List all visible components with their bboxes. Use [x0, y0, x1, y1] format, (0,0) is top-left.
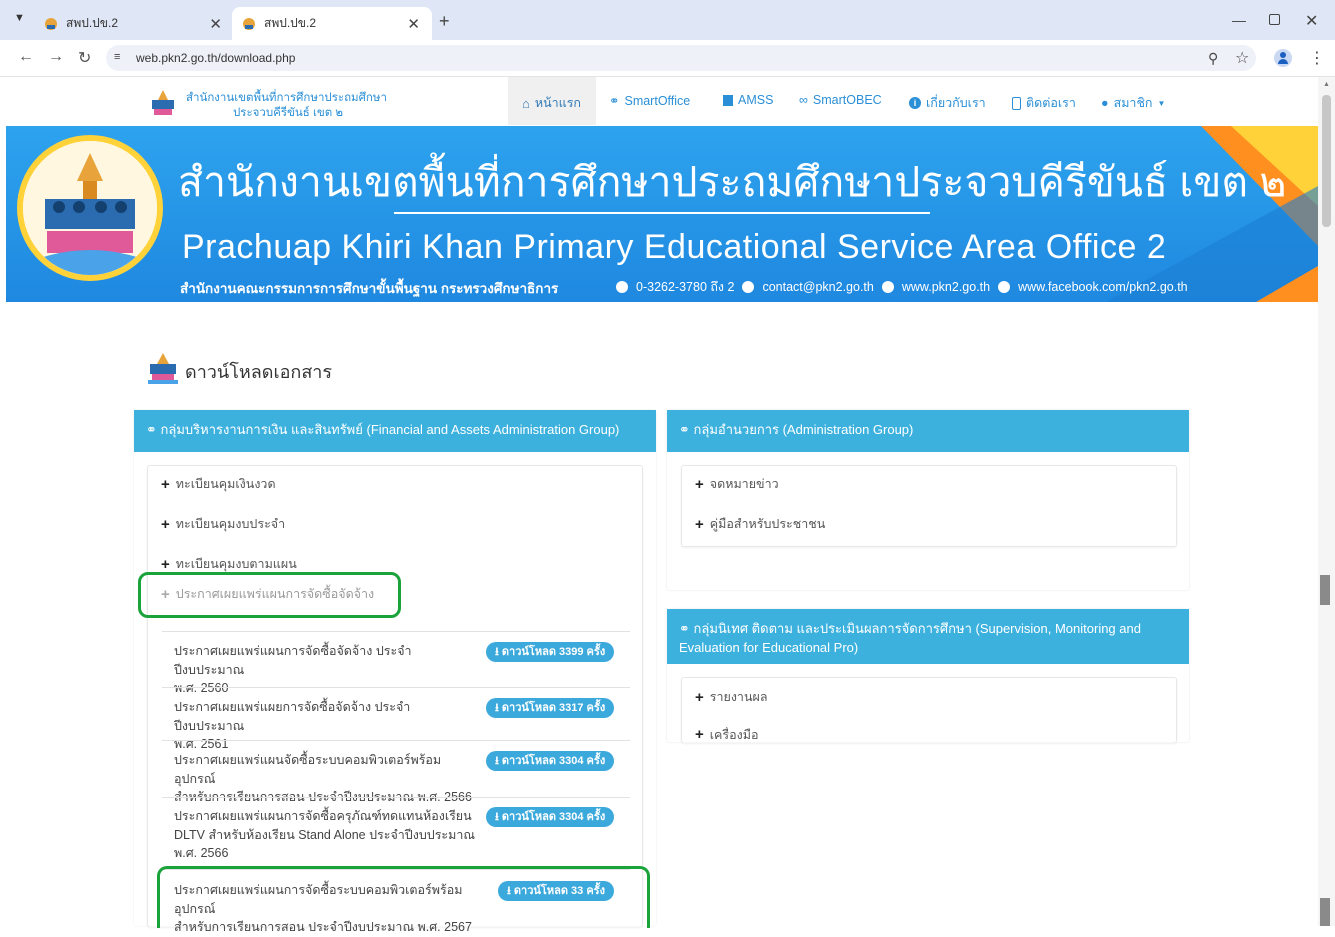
restore-icon[interactable] — [1269, 14, 1280, 25]
url-text[interactable]: web.pkn2.go.th/download.php — [136, 51, 295, 65]
nav-member[interactable]: ● สมาชิก ▼ — [1101, 93, 1165, 113]
list-item-expandable[interactable]: + ทะเบียนคุมงบประจำ — [161, 514, 285, 534]
banner-title-en: Prachuap Khiri Khan Primary Educational … — [182, 228, 1167, 266]
download-button[interactable]: ⭳ ดาวน์โหลด 3304 ครั้ง — [486, 807, 615, 827]
banner-contacts: 0-3262-3780 ถึง 2 contact@pkn2.go.th www… — [616, 277, 1188, 297]
site-logo[interactable] — [148, 88, 178, 118]
close-icon[interactable]: ✕ — [1305, 11, 1318, 31]
minimize-icon[interactable]: — — [1232, 12, 1246, 28]
site-favicon-icon — [242, 17, 256, 31]
scrollbar-thumb[interactable] — [1322, 95, 1331, 227]
globe-icon — [881, 281, 894, 293]
document-title[interactable]: ประกาศเผยแพร่แผนการจัดซื้อครุภัณฑ์ทดแทนห… — [174, 807, 479, 863]
tab-title: สพป.ปข.2 — [66, 16, 119, 30]
list-item-expandable[interactable]: + รายงานผล — [695, 687, 767, 707]
paperclip-icon: ⚭ — [679, 422, 694, 437]
banner-divider — [394, 212, 930, 214]
nav-about[interactable]: i เกี่ยวกับเรา — [909, 93, 986, 113]
tab-list-button[interactable]: ▼ — [14, 12, 25, 24]
user-icon: ● — [1101, 96, 1109, 110]
nav-smartobec[interactable]: ∞ SmartOBEC — [799, 93, 882, 107]
supervision-panel-title: กลุ่มนิเทศ ติดตาม และประเมินผลการจัดการศ… — [693, 621, 1141, 636]
plus-icon: + — [695, 727, 704, 742]
download-icon: ⭳ — [495, 646, 502, 658]
site-info-icon[interactable]: ≡ — [114, 51, 120, 63]
list-item-expandable[interactable]: + คู่มือสำหรับประชาชน — [695, 514, 825, 534]
document-row: ประกาศเผยแพร่แผนการจัดซื้อครุภัณฑ์ทดแทนห… — [162, 797, 630, 870]
list-item-expandable[interactable]: + ทะเบียนคุมเงินงวด — [161, 474, 276, 494]
nav-home[interactable]: ⌂ หน้าแรก — [522, 93, 581, 113]
link-icon: ∞ — [799, 93, 808, 107]
browser-menu-icon[interactable]: ⋮ — [1309, 48, 1325, 68]
facebook-icon — [998, 281, 1011, 293]
nav-smartoffice[interactable]: ⚭ SmartOffice — [609, 93, 690, 109]
banner-email[interactable]: contact@pkn2.go.th — [762, 280, 873, 294]
logo-text-line2[interactable]: ประจวบคีรีขันธ์ เขต ๒ — [233, 104, 343, 122]
download-icon: ⭳ — [495, 702, 502, 714]
download-icon: ⭳ — [495, 811, 502, 823]
browser-tab-1[interactable]: สพป.ปข.2 ✕ — [34, 7, 234, 40]
browser-tab-2[interactable]: สพป.ปข.2 ✕ — [232, 7, 432, 40]
document-row: ประกาศเผยแพร่แผยการจัดซื้อจัดจ้าง ประจำป… — [162, 687, 630, 751]
site-favicon-icon — [44, 17, 58, 31]
supervision-panel-header: ⚭ กลุ่มนิเทศ ติดตาม และประเมินผลการจัดกา… — [667, 609, 1189, 664]
heading-logo-icon — [146, 351, 180, 385]
email-icon — [742, 281, 755, 293]
page-scrollbar[interactable]: ▲ — [1318, 77, 1335, 926]
nav-amss[interactable]: AMSS — [723, 93, 773, 107]
supervision-panel-title-line2: Evaluation for Educational Pro) — [679, 640, 859, 655]
banner-emblem — [17, 135, 163, 281]
download-button[interactable]: ⭳ ดาวน์โหลด 3304 ครั้ง — [486, 751, 615, 771]
download-icon: ⭳ — [495, 755, 502, 767]
nav-contact[interactable]: ติดต่อเรา — [1012, 93, 1076, 113]
admin-panel-title: กลุ่มอำนวยการ (Administration Group) — [693, 422, 914, 437]
close-tab-icon[interactable]: ✕ — [209, 15, 222, 33]
tab-title: สพป.ปข.2 — [264, 16, 317, 30]
scrollbar-marker — [1320, 898, 1330, 926]
plus-icon: + — [161, 515, 170, 533]
scrollbar-up-arrow[interactable]: ▲ — [1323, 81, 1330, 88]
close-tab-icon[interactable]: ✕ — [407, 15, 420, 33]
plus-icon: + — [695, 515, 704, 533]
download-button[interactable]: ⭳ ดาวน์โหลด 3317 ครั้ง — [486, 698, 615, 718]
phone-icon — [1012, 96, 1021, 110]
paperclip-icon: ⚭ — [609, 94, 620, 108]
plus-icon: + — [695, 688, 704, 706]
home-icon: ⌂ — [522, 95, 530, 111]
finance-panel-header: ⚭ กลุ่มบริหารงานการเงิน และสินทรัพย์ (Fi… — [134, 410, 656, 452]
highlight-box — [138, 572, 401, 618]
document-row: ประกาศเผยแพร่แผนการจัดซื้อจัดจ้าง ประจำป… — [162, 631, 630, 695]
new-tab-button[interactable]: + — [439, 11, 450, 32]
plus-icon: + — [161, 475, 170, 493]
back-icon[interactable]: ← — [18, 48, 34, 66]
zoom-icon[interactable]: ⚲ — [1208, 50, 1218, 67]
caret-down-icon: ▼ — [1157, 98, 1166, 108]
list-item-expandable[interactable]: + เครื่องมือ — [695, 727, 758, 742]
finance-panel-title: กลุ่มบริหารงานการเงิน และสินทรัพย์ (Fina… — [160, 422, 620, 437]
banner-website[interactable]: www.pkn2.go.th — [902, 280, 990, 294]
banner-subtitle: สำนักงานคณะกรรมการการศึกษาขั้นพื้นฐาน กร… — [180, 281, 559, 296]
phone-circle-icon — [616, 281, 628, 293]
forward-icon[interactable]: → — [48, 48, 64, 66]
page-title: ดาวน์โหลดเอกสาร — [185, 362, 333, 382]
list-item-expandable[interactable]: + ทะเบียนคุมงบตามแผน — [161, 554, 297, 574]
reload-icon[interactable]: ↻ — [78, 48, 91, 68]
banner-facebook[interactable]: www.facebook.com/pkn2.go.th — [1018, 280, 1188, 294]
list-item-expandable[interactable]: + จดหมายข่าว — [695, 474, 779, 494]
document-row: ประกาศเผยแพร่แผนจัดซื้อระบบคอมพิวเตอร์พร… — [162, 740, 630, 804]
info-icon: i — [909, 97, 921, 109]
bookmark-star-icon[interactable]: ☆ — [1235, 48, 1249, 68]
profile-icon[interactable] — [1274, 49, 1292, 67]
download-button[interactable]: ⭳ ดาวน์โหลด 3399 ครั้ง — [486, 642, 615, 662]
book-icon — [723, 94, 733, 106]
scrollbar-marker — [1320, 575, 1330, 605]
paperclip-icon: ⚭ — [146, 422, 161, 437]
banner-phone: 0-3262-3780 ถึง 2 — [636, 280, 735, 294]
highlight-box — [157, 866, 650, 928]
plus-icon: + — [161, 555, 170, 573]
admin-panel-header: ⚭ กลุ่มอำนวยการ (Administration Group) — [667, 410, 1189, 452]
banner-title-th: สำนักงานเขตพื้นที่การศึกษาประถมศึกษาประจ… — [178, 159, 1287, 205]
paperclip-icon: ⚭ — [679, 621, 694, 636]
plus-icon: + — [695, 475, 704, 493]
